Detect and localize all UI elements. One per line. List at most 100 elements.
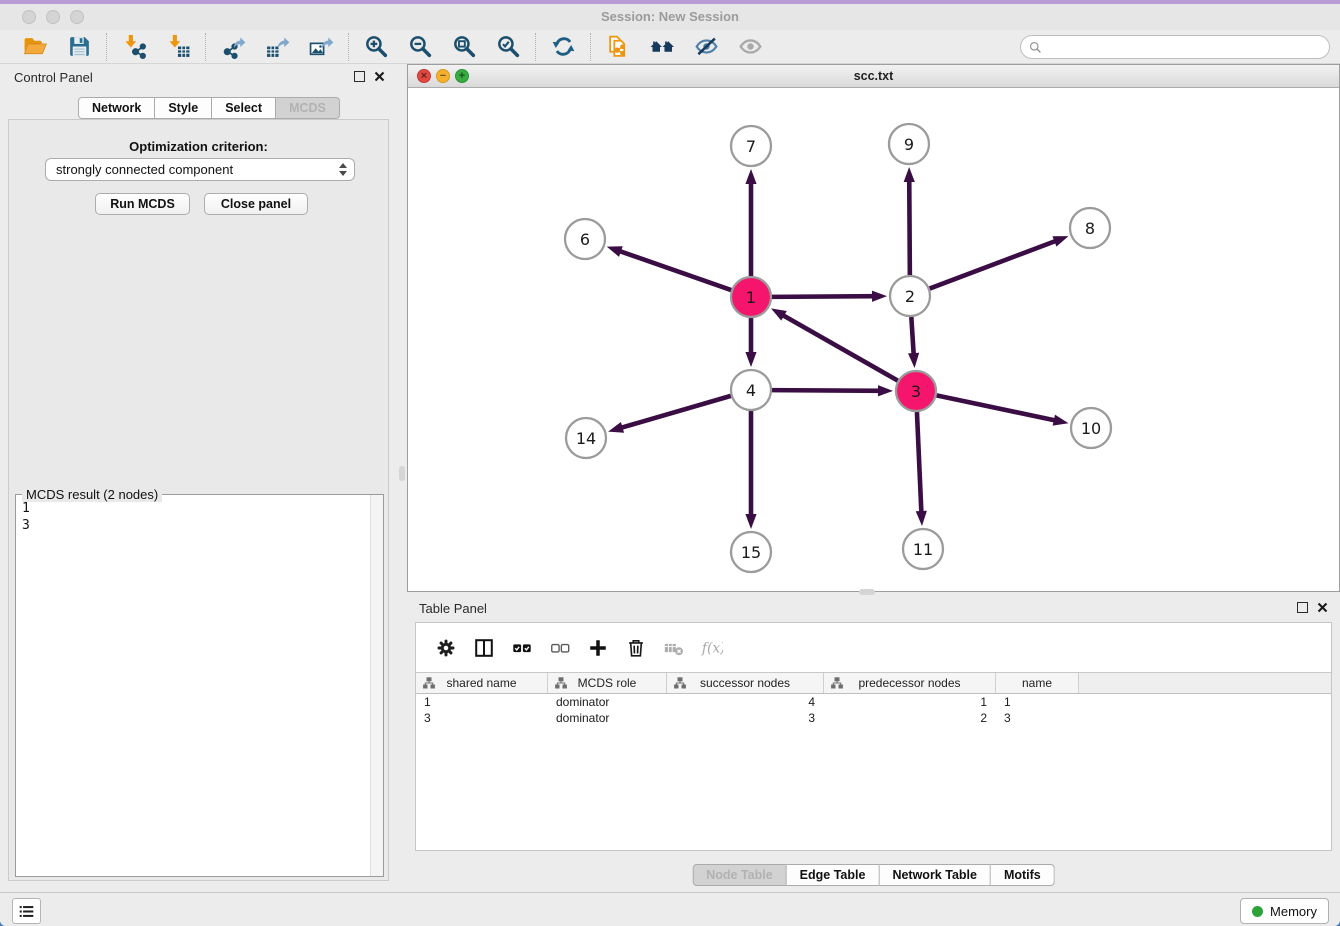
column-header-shared-name[interactable]: shared name bbox=[416, 673, 548, 693]
table-row[interactable]: 3dominator323 bbox=[416, 710, 1331, 726]
column-header-predecessor-nodes[interactable]: predecessor nodes bbox=[824, 673, 996, 693]
run-mcds-button[interactable]: Run MCDS bbox=[95, 193, 190, 215]
add-column-button[interactable] bbox=[586, 636, 609, 659]
edge-4-15[interactable] bbox=[745, 411, 756, 529]
cell-name: 3 bbox=[996, 711, 1079, 725]
hide-selected-button[interactable] bbox=[692, 33, 720, 61]
cell-name: 1 bbox=[996, 695, 1079, 709]
edge-1-7[interactable] bbox=[745, 169, 756, 276]
svg-text:10: 10 bbox=[1081, 419, 1101, 438]
memory-status-icon bbox=[1252, 906, 1263, 917]
zoom-selected-button[interactable] bbox=[494, 33, 522, 61]
edge-3-10[interactable] bbox=[937, 395, 1069, 425]
column-header-successor-nodes[interactable]: successor nodes bbox=[667, 673, 824, 693]
tab-edge-table[interactable]: Edge Table bbox=[787, 864, 880, 886]
graph-node-14[interactable]: 14 bbox=[566, 418, 606, 458]
task-list-icon bbox=[18, 904, 35, 919]
svg-text:3: 3 bbox=[911, 382, 921, 401]
graph-node-4[interactable]: 4 bbox=[731, 370, 771, 410]
network-graph: 7 9 6 8 1 2 4 3 14 10 15 11 bbox=[408, 88, 1339, 591]
open-session-button[interactable] bbox=[21, 33, 49, 61]
memory-button[interactable]: Memory bbox=[1240, 898, 1329, 924]
cell-predecessor-nodes: 2 bbox=[824, 711, 996, 725]
edge-4-14[interactable] bbox=[608, 396, 731, 433]
float-panel-icon[interactable] bbox=[354, 71, 365, 82]
tab-motifs[interactable]: Motifs bbox=[991, 864, 1055, 886]
refresh-layout-button[interactable] bbox=[549, 33, 577, 61]
control-panel-tabs: NetworkStyleSelectMCDS bbox=[78, 97, 340, 119]
tab-network[interactable]: Network bbox=[78, 97, 155, 119]
graph-node-2[interactable]: 2 bbox=[890, 276, 930, 316]
control-panel-title: Control Panel bbox=[14, 70, 93, 85]
delete-table-button bbox=[662, 636, 685, 659]
edge-1-6[interactable] bbox=[607, 246, 731, 290]
desktop-background-strip bbox=[0, 0, 1340, 4]
edge-2-3[interactable] bbox=[908, 317, 919, 368]
tab-mcds[interactable]: MCDS bbox=[276, 97, 340, 119]
tab-style[interactable]: Style bbox=[155, 97, 212, 119]
column-header-label: predecessor nodes bbox=[858, 676, 960, 690]
network-view-window: × − + scc.txt 7 9 6 8 1 2 4 3 14 10 15 11 bbox=[407, 64, 1340, 592]
zoom-in-button[interactable] bbox=[362, 33, 390, 61]
table-settings-button[interactable] bbox=[434, 636, 457, 659]
network-canvas[interactable]: 7 9 6 8 1 2 4 3 14 10 15 11 bbox=[408, 88, 1339, 591]
column-header-name[interactable]: name bbox=[996, 673, 1079, 693]
table-panel-title: Table Panel bbox=[419, 601, 487, 616]
close-panel-button[interactable]: Close panel bbox=[204, 193, 308, 215]
search-input[interactable] bbox=[1047, 39, 1321, 55]
result-scrollbar[interactable] bbox=[370, 495, 383, 876]
zoom-fit-button[interactable] bbox=[450, 33, 478, 61]
save-session-button[interactable] bbox=[65, 33, 93, 61]
select-all-button[interactable] bbox=[510, 636, 533, 659]
criterion-dropdown[interactable]: strongly connected component bbox=[45, 158, 355, 181]
column-visibility-button[interactable] bbox=[472, 636, 495, 659]
edge-1-4[interactable] bbox=[745, 318, 756, 367]
show-all-networks-button[interactable] bbox=[648, 33, 676, 61]
show-selected-icon bbox=[738, 34, 763, 59]
edge-1-2[interactable] bbox=[772, 291, 887, 302]
close-panel-icon[interactable] bbox=[374, 71, 385, 82]
task-history-button[interactable] bbox=[12, 898, 41, 924]
graph-node-9[interactable]: 9 bbox=[889, 124, 929, 164]
graph-node-7[interactable]: 7 bbox=[731, 126, 771, 166]
import-table-button[interactable] bbox=[164, 33, 192, 61]
tab-node-table[interactable]: Node Table bbox=[692, 864, 786, 886]
export-table-button[interactable] bbox=[263, 33, 291, 61]
delete-column-button[interactable] bbox=[624, 636, 647, 659]
edge-3-1[interactable] bbox=[771, 308, 898, 380]
graph-node-8[interactable]: 8 bbox=[1070, 208, 1110, 248]
clone-network-button[interactable] bbox=[604, 33, 632, 61]
graph-node-3[interactable]: 3 bbox=[896, 371, 936, 411]
zoom-out-icon bbox=[408, 34, 433, 59]
float-table-panel-icon[interactable] bbox=[1297, 602, 1308, 613]
refresh-layout-icon bbox=[551, 34, 576, 59]
graph-node-11[interactable]: 11 bbox=[903, 529, 943, 569]
edge-3-11[interactable] bbox=[916, 412, 927, 526]
table-row[interactable]: 1dominator411 bbox=[416, 694, 1331, 710]
function-builder-icon: f(x) bbox=[701, 637, 723, 659]
graph-node-10[interactable]: 10 bbox=[1071, 408, 1111, 448]
export-network-button[interactable] bbox=[219, 33, 247, 61]
close-table-panel-icon[interactable] bbox=[1317, 602, 1328, 613]
deselect-all-button[interactable] bbox=[548, 636, 571, 659]
import-network-button[interactable] bbox=[120, 33, 148, 61]
table-header-row: shared nameMCDS rolesuccessor nodes prede… bbox=[416, 672, 1331, 694]
function-builder-button: f(x) bbox=[700, 636, 723, 659]
graph-node-1[interactable]: 1 bbox=[731, 277, 771, 317]
vertical-splitter-handle[interactable] bbox=[399, 466, 405, 481]
table-body: 1dominator4113dominator323 bbox=[416, 694, 1331, 726]
zoom-in-icon bbox=[364, 34, 389, 59]
svg-text:14: 14 bbox=[576, 429, 596, 448]
tab-network-table[interactable]: Network Table bbox=[879, 864, 991, 886]
export-image-button[interactable] bbox=[307, 33, 335, 61]
zoom-out-button[interactable] bbox=[406, 33, 434, 61]
network-window-titlebar[interactable]: × − + scc.txt bbox=[408, 65, 1339, 88]
edge-2-9[interactable] bbox=[904, 167, 915, 275]
search-field[interactable] bbox=[1020, 35, 1330, 59]
edge-2-8[interactable] bbox=[930, 236, 1069, 288]
edge-4-3[interactable] bbox=[772, 385, 893, 396]
tab-select[interactable]: Select bbox=[212, 97, 276, 119]
column-header-MCDS-role[interactable]: MCDS role bbox=[548, 673, 667, 693]
graph-node-6[interactable]: 6 bbox=[565, 219, 605, 259]
graph-node-15[interactable]: 15 bbox=[731, 532, 771, 572]
